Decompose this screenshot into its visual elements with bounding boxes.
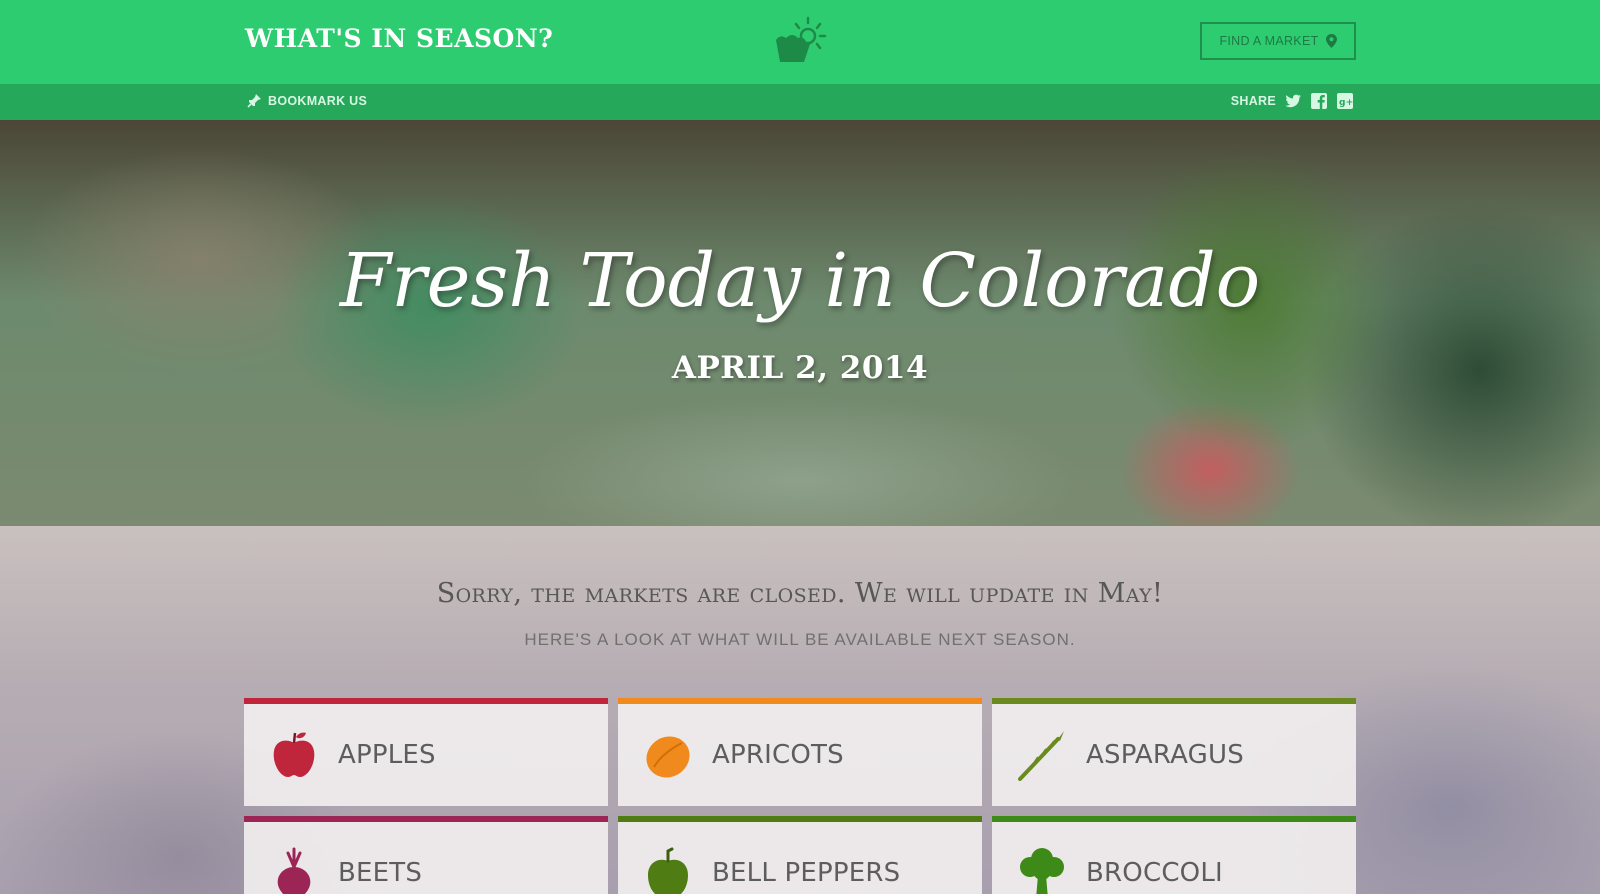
svg-text:g+: g+ xyxy=(1339,98,1354,108)
site-title[interactable]: WHAT'S IN SEASON? xyxy=(245,24,553,53)
produce-card-apples[interactable]: APPLES xyxy=(244,698,608,806)
apple-icon xyxy=(273,732,315,777)
bell-pepper-icon xyxy=(648,847,688,894)
find-market-label: FIND A MARKET xyxy=(1219,34,1319,48)
produce-card-bell-peppers[interactable]: BELL PEPPERS xyxy=(618,816,982,894)
produce-label: BEETS xyxy=(338,858,423,888)
produce-label: APPLES xyxy=(338,740,436,770)
produce-card-beets[interactable]: BEETS xyxy=(244,816,608,894)
apricot-icon xyxy=(646,736,690,778)
top-header: WHAT'S IN SEASON? FIND A MARKET xyxy=(0,0,1600,84)
twitter-icon[interactable] xyxy=(1284,92,1302,110)
hero-title: Fresh Today in Colorado xyxy=(339,238,1261,324)
produce-label: ASPARAGUS xyxy=(1086,740,1244,770)
map-pin-icon xyxy=(1325,34,1337,48)
produce-label: BELL PEPPERS xyxy=(712,858,901,888)
share-label: SHARE xyxy=(1230,94,1276,108)
asparagus-icon xyxy=(1018,731,1064,781)
broccoli-icon xyxy=(1020,848,1064,894)
beet-icon xyxy=(277,847,311,894)
bookmark-link[interactable]: BOOKMARK US xyxy=(247,93,367,108)
google-plus-icon[interactable]: g+ xyxy=(1336,92,1354,110)
hero-banner: Fresh Today in Colorado APRIL 2, 2014 xyxy=(0,120,1600,526)
produce-card-broccoli[interactable]: BROCCOLI xyxy=(992,816,1356,894)
produce-card-apricots[interactable]: APRICOTS xyxy=(618,698,982,806)
share-group: SHARE g+ xyxy=(1231,92,1354,110)
produce-label: APRICOTS xyxy=(712,740,844,770)
next-season-notice: HERE'S A LOOK AT WHAT WILL BE AVAILABLE … xyxy=(524,630,1076,649)
pin-icon xyxy=(247,94,261,108)
produce-grid: APPLES APRICOTS ASPARAGUS BEETS BELL PEP… xyxy=(244,698,1356,894)
hero-date: APRIL 2, 2014 xyxy=(671,350,929,386)
find-market-button[interactable]: FIND A MARKET xyxy=(1200,22,1356,60)
produce-label: BROCCOLI xyxy=(1086,858,1223,888)
bookmark-label: BOOKMARK US xyxy=(268,93,368,108)
basket-sun-icon[interactable] xyxy=(770,16,830,64)
produce-card-asparagus[interactable]: ASPARAGUS xyxy=(992,698,1356,806)
produce-section: Sorry, the markets are closed. We will u… xyxy=(0,526,1600,894)
facebook-icon[interactable] xyxy=(1310,92,1328,110)
closed-notice: Sorry, the markets are closed. We will u… xyxy=(436,578,1164,609)
utility-bar: BOOKMARK US SHARE g+ xyxy=(0,84,1600,120)
